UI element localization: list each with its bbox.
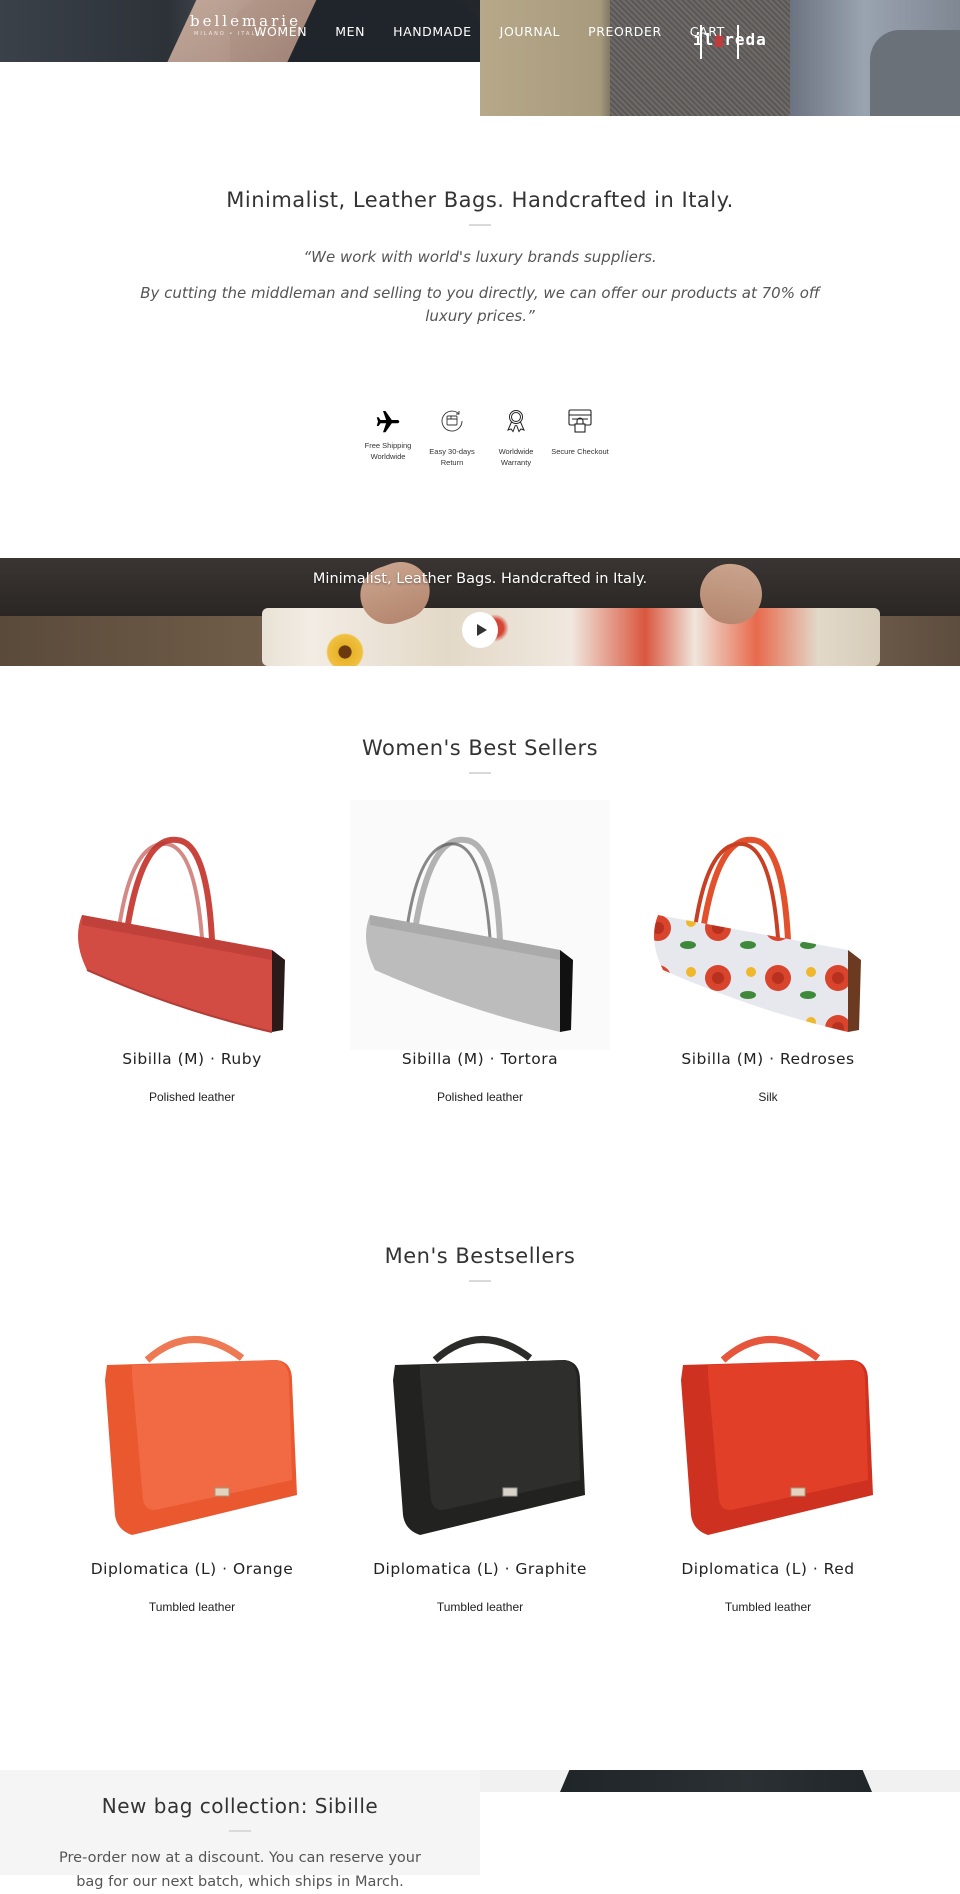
diplomatica-orange-bag-image [105, 1336, 297, 1535]
airplane-icon [356, 404, 420, 438]
nav-preorder[interactable]: PREORDER [588, 24, 662, 39]
title-separator [229, 1830, 251, 1832]
video-caption: Minimalist, Leather Bags. Handcrafted in… [312, 571, 648, 587]
womens-section-header: Women's Best Sellers [0, 736, 960, 774]
promo-bag-image [560, 1770, 872, 1792]
men-hero-banner[interactable] [480, 0, 960, 116]
play-icon [476, 624, 487, 636]
product-image[interactable] [638, 1310, 898, 1560]
nav-journal[interactable]: JOURNAL [500, 24, 560, 39]
product-image[interactable] [350, 800, 610, 1050]
promo-section: New bag collection: Sibille Pre-order no… [0, 1770, 480, 1890]
product-name[interactable]: Sibilla (M) · Redroses [638, 1050, 898, 1068]
product-card[interactable]: Diplomatica (L) · Graphite Tumbled leath… [350, 1310, 610, 1614]
promo-title: New bag collection: Sibille [101, 1794, 379, 1818]
product-image[interactable] [62, 1310, 322, 1560]
feature-label: Easy 30-days Return [429, 447, 475, 467]
title-separator [469, 224, 491, 226]
product-card[interactable]: Sibilla (M) · Ruby Polished leather [62, 800, 322, 1104]
intro-section: Minimalist, Leather Bags. Handcrafted in… [0, 188, 960, 328]
feature-warranty: Worldwide Warranty [484, 404, 548, 468]
nav-cart[interactable]: CART [690, 24, 725, 39]
award-ribbon-icon [484, 404, 548, 438]
product-material: Polished leather [436, 1090, 524, 1104]
play-button[interactable] [462, 612, 498, 648]
nav-women[interactable]: WOMEN [254, 24, 307, 39]
product-card[interactable]: Sibilla (M) · Redroses Silk [638, 800, 898, 1104]
feature-label: Worldwide Warranty [498, 447, 534, 467]
return-box-icon [420, 404, 484, 438]
nav-handmade[interactable]: HANDMADE [393, 24, 472, 39]
mens-section-header: Men's Bestsellers [0, 1244, 960, 1282]
product-card[interactable]: Diplomatica (L) · Red Tumbled leather [638, 1310, 898, 1614]
feature-easy-return: Easy 30-days Return [420, 404, 484, 468]
product-material: Tumbled leather [436, 1600, 524, 1614]
product-material: Tumbled leather [724, 1600, 812, 1614]
womens-section-title: Women's Best Sellers [361, 736, 599, 760]
product-name[interactable]: Diplomatica (L) · Red [638, 1560, 898, 1578]
main-nav: WOMEN MEN HANDMADE JOURNAL PREORDER CART [254, 24, 753, 39]
diplomatica-graphite-bag-image [393, 1336, 585, 1535]
feature-free-shipping: Free Shipping Worldwide [356, 404, 420, 468]
secure-lock-icon [548, 404, 612, 438]
diplomatica-red-bag-image [681, 1336, 873, 1535]
feature-label: Free Shipping Worldwide [364, 441, 412, 461]
feature-secure-checkout: Secure Checkout [548, 404, 612, 468]
mens-section-title: Men's Bestsellers [384, 1244, 576, 1268]
feature-label: Secure Checkout [551, 447, 609, 456]
product-card[interactable]: Sibilla (M) · Tortora Polished leather [350, 800, 610, 1104]
promo-text: Pre-order now at a discount. You can res… [59, 1850, 421, 1890]
product-material: Polished leather [148, 1090, 236, 1104]
product-name[interactable]: Diplomatica (L) · Graphite [350, 1560, 610, 1578]
intro-quote-line1: “We work with world's luxury brands supp… [303, 248, 657, 266]
title-separator [469, 1280, 491, 1282]
product-image[interactable] [350, 1310, 610, 1560]
sibilla-tortora-bag-image [366, 836, 573, 1032]
product-card[interactable]: Diplomatica (L) · Orange Tumbled leather [62, 1310, 322, 1614]
product-name[interactable]: Diplomatica (L) · Orange [62, 1560, 322, 1578]
nav-men[interactable]: MEN [335, 24, 365, 39]
sibilla-redroses-bag-image [654, 836, 861, 1032]
product-name[interactable]: Sibilla (M) · Ruby [62, 1050, 322, 1068]
features-row: Free Shipping Worldwide Easy 30-days Ret… [356, 404, 612, 468]
promo-image[interactable] [480, 1770, 960, 1792]
video-image-sunflower [320, 633, 370, 666]
hero-image-car [870, 30, 960, 116]
product-image[interactable] [62, 800, 322, 1050]
product-image[interactable] [638, 800, 898, 1050]
product-material: Tumbled leather [148, 1600, 236, 1614]
intro-title: Minimalist, Leather Bags. Handcrafted in… [226, 188, 734, 212]
title-separator [469, 772, 491, 774]
product-material: Silk [758, 1090, 778, 1104]
sibilla-ruby-bag-image [78, 836, 285, 1033]
product-name[interactable]: Sibilla (M) · Tortora [350, 1050, 610, 1068]
video-banner[interactable]: Minimalist, Leather Bags. Handcrafted in… [0, 558, 960, 666]
intro-quote-line2: By cutting the middleman and selling to … [140, 284, 820, 325]
